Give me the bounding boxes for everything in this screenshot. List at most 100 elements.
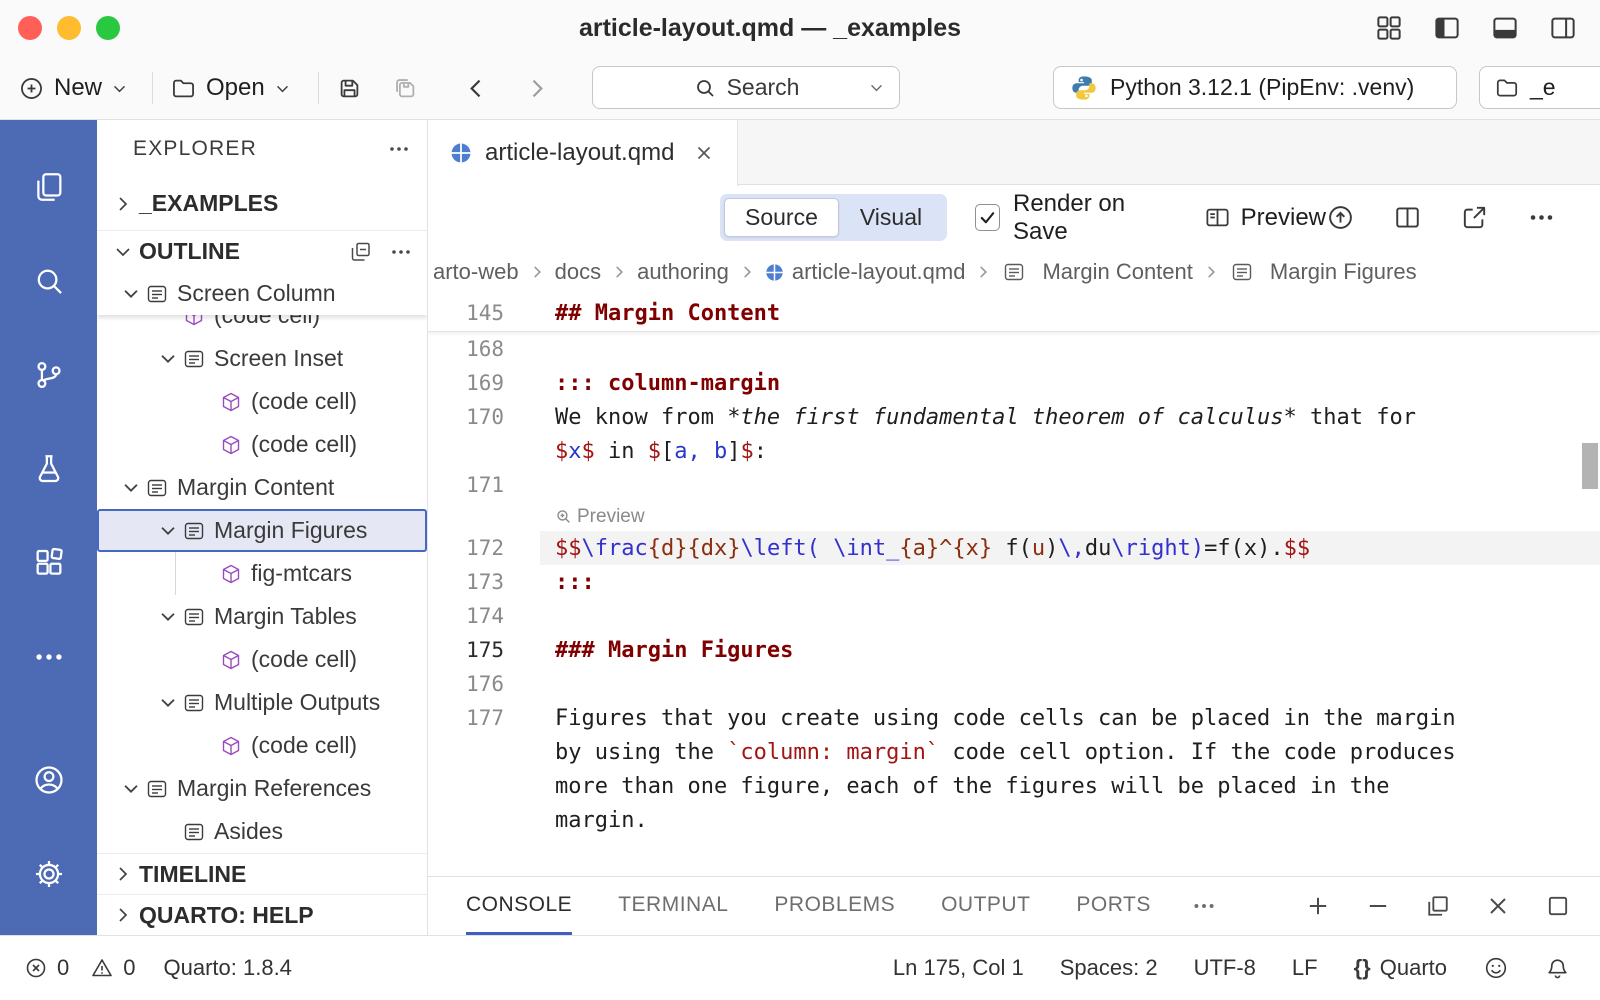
render-on-save-checkbox[interactable]: Render on Save [975,190,1172,246]
activity-account-button[interactable] [0,733,97,827]
code-line-wrap[interactable]: $x$ in $[a, b]$: [428,434,1600,468]
panel-maximize-button[interactable] [1544,892,1572,920]
notifications-button[interactable] [1545,956,1570,981]
encoding-status[interactable]: UTF-8 [1194,955,1256,981]
split-editor-button[interactable] [1393,203,1422,232]
activity-more-button[interactable] [0,610,97,704]
panel-close-button[interactable] [1484,892,1512,920]
breadcrumb-article-layout-qmd[interactable]: article-layout.qmd [765,259,966,285]
minimize-window-button[interactable] [57,16,81,40]
toggle-secondary-sidebar-icon[interactable] [1548,13,1578,43]
panel-add-button[interactable] [1304,892,1332,920]
outline-item-code-cell[interactable]: (code cell) [97,380,427,423]
new-button[interactable]: New [18,68,128,108]
breadcrumb-margin-content[interactable]: Margin Content [1001,259,1192,285]
code-editor[interactable]: 145## Margin Content168169::: column-mar… [428,295,1600,876]
code-line-171[interactable]: 171 [428,468,1600,502]
source-mode-button[interactable]: Source [724,198,839,237]
editor-scrollbar[interactable] [1582,443,1598,489]
outline-item-code-cell[interactable]: (code cell) [97,724,427,767]
outline-item-multiple-outputs[interactable]: Multiple Outputs [97,681,427,724]
outline-item-screen-inset[interactable]: Screen Inset [97,337,427,380]
interpreter-selector[interactable]: Python 3.12.1 (PipEnv: .venv) [1053,66,1457,109]
panel-tab-ports[interactable]: PORTS [1076,877,1150,935]
close-window-button[interactable] [18,16,42,40]
eol-status[interactable]: LF [1292,955,1318,981]
code-line-176[interactable]: 176 [428,667,1600,701]
zoom-window-button[interactable] [96,16,120,40]
line-number: 173 [428,570,540,594]
outline-item-margin-references[interactable]: Margin References [97,767,427,810]
toggle-primary-sidebar-icon[interactable] [1432,13,1462,43]
breadcrumb-arto-web[interactable]: arto-web [433,259,519,285]
explorer-section-examples[interactable]: _EXAMPLES [97,177,427,230]
quarto-help-section[interactable]: QUARTO: HELP [97,894,427,935]
workspace-button[interactable]: _e [1479,66,1600,109]
activity-settings-button[interactable] [0,827,97,921]
publish-button[interactable] [1326,203,1355,232]
toggle-panel-icon[interactable] [1490,13,1520,43]
outline-section-header[interactable]: OUTLINE [97,230,427,272]
open-external-button[interactable] [1460,203,1489,232]
preview-button[interactable]: Preview [1204,204,1326,232]
outline-item-margin-tables[interactable]: Margin Tables [97,595,427,638]
open-button[interactable]: Open [170,68,291,108]
activity-explorer-button[interactable] [0,140,97,234]
code-line-168[interactable]: 168 [428,332,1600,366]
visual-mode-button[interactable]: Visual [839,198,943,237]
activity-source-control-button[interactable] [0,328,97,422]
collapse-all-icon[interactable] [349,240,373,264]
editor-tab-article-layout[interactable]: article-layout.qmd [428,120,738,186]
panel-minimize-button[interactable] [1364,892,1392,920]
sticky-scroll-line[interactable]: 145## Margin Content [428,295,1600,332]
indentation-status[interactable]: Spaces: 2 [1060,955,1158,981]
outline-item-margin-content[interactable]: Margin Content [97,466,427,509]
timeline-section[interactable]: TIMELINE [97,853,427,894]
breadcrumb-docs[interactable]: docs [555,259,601,285]
code-line-177[interactable]: 177Figures that you create using code ce… [428,701,1600,735]
cursor-position-status[interactable]: Ln 175, Col 1 [893,955,1024,981]
panel-tab-output[interactable]: OUTPUT [941,877,1030,935]
language-mode-status[interactable]: {} Quarto [1354,955,1447,981]
search-box[interactable]: Search [592,66,900,109]
panel-tab-problems[interactable]: PROBLEMS [774,877,895,935]
problems-status[interactable]: 0 0 [24,955,136,981]
close-tab-button[interactable] [693,142,715,164]
customize-layout-icon[interactable] [1374,13,1404,43]
activity-sessions-button[interactable] [0,422,97,516]
outline-item-asides[interactable]: Asides [97,810,427,853]
outline-item-code-cell[interactable]: (code cell) [97,315,427,337]
outline-item-code-cell[interactable]: (code cell) [97,423,427,466]
outline-more-actions-button[interactable] [389,240,413,264]
code-line-172[interactable]: 172$$\frac{d}{dx}\left( \int_{a}^{x} f(u… [428,531,1600,565]
outline-item-screen-column[interactable]: Screen Column [97,272,427,315]
code-line-wrap[interactable]: more than one figure, each of the figure… [428,769,1600,803]
panel-tab-console[interactable]: CONSOLE [466,877,572,935]
navigate-back-button[interactable] [462,68,491,108]
code-line-173[interactable]: 173::: [428,565,1600,599]
breadcrumb-authoring[interactable]: authoring [637,259,729,285]
activity-extensions-button[interactable] [0,516,97,610]
editor-more-actions-button[interactable] [1527,203,1556,232]
navigate-forward-button[interactable] [522,68,551,108]
outline-item-code-cell[interactable]: (code cell) [97,638,427,681]
code-line-169[interactable]: 169::: column-margin [428,366,1600,400]
activity-search-button[interactable] [0,234,97,328]
panel-more-actions-button[interactable] [1191,877,1217,935]
code-line-wrap[interactable]: margin. [428,803,1600,837]
panel-tab-terminal[interactable]: TERMINAL [618,877,728,935]
outline-item-margin-figures[interactable]: Margin Figures [97,509,427,552]
code-line-175[interactable]: 175### Margin Figures [428,633,1600,667]
explorer-more-actions-button[interactable] [387,137,411,161]
save-button[interactable] [336,68,363,108]
feedback-button[interactable] [1483,955,1509,981]
code-line-170[interactable]: 170We know from *the first fundamental t… [428,400,1600,434]
code-line-wrap[interactable]: by using the `column: margin` code cell … [428,735,1600,769]
panel-restore-button[interactable] [1424,892,1452,920]
codelens-preview[interactable]: Preview [428,502,1600,531]
outline-item-fig-mtcars[interactable]: fig-mtcars [97,552,427,595]
breadcrumb-margin-figures[interactable]: Margin Figures [1229,259,1417,285]
save-all-button[interactable] [392,68,419,108]
quarto-version-status[interactable]: Quarto: 1.8.4 [164,955,292,981]
code-line-174[interactable]: 174 [428,599,1600,633]
